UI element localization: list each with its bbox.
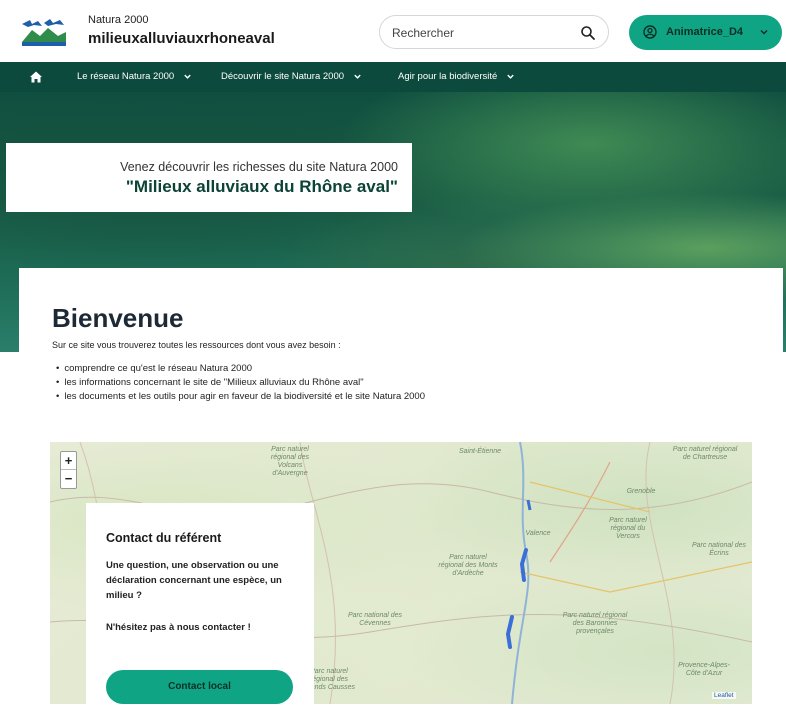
nav-item-decouvrir[interactable]: Découvrir le site Natura 2000 bbox=[221, 71, 362, 82]
hero-subtitle: Venez découvrir les richesses du site Na… bbox=[120, 160, 398, 174]
chevron-down-icon bbox=[353, 74, 361, 79]
map-label: Parc naturel régional des Monts d'Ardèch… bbox=[438, 554, 498, 577]
map-zoom-control: + − bbox=[60, 451, 77, 489]
nav-item-label: Agir pour la biodiversité bbox=[398, 71, 498, 82]
welcome-title: Bienvenue bbox=[52, 303, 184, 333]
contact-card: Contact du référent Une question, une ob… bbox=[86, 503, 314, 720]
map-label: Valence bbox=[525, 530, 551, 537]
hero-title: "Milieux alluviaux du Rhône aval" bbox=[125, 177, 398, 196]
hero-title-card: Venez découvrir les richesses du site Na… bbox=[6, 143, 412, 212]
resources-list: comprendre ce qu'est le réseau Natura 20… bbox=[56, 362, 425, 404]
map-label: Parc naturel régional du Vercors bbox=[609, 517, 647, 540]
list-item: les documents et les outils pour agir en… bbox=[56, 390, 425, 404]
contact-local-button[interactable]: Contact local bbox=[106, 670, 293, 704]
nav-item-reseau[interactable]: Le réseau Natura 2000 bbox=[77, 71, 192, 82]
nav-item-agir[interactable]: Agir pour la biodiversité bbox=[398, 71, 515, 82]
nav-item-label: Le réseau Natura 2000 bbox=[77, 71, 175, 82]
map-label: Parc naturel régional des Volcans d'Auve… bbox=[270, 446, 310, 477]
brand-network-name: Natura 2000 bbox=[88, 14, 149, 26]
map-label: Grenoble bbox=[626, 488, 656, 495]
main-navigation: Le réseau Natura 2000 Découvrir le site … bbox=[0, 62, 786, 92]
zoom-in-button[interactable]: + bbox=[61, 452, 76, 470]
natura2000-logo-icon[interactable] bbox=[20, 14, 68, 48]
chevron-down-icon bbox=[507, 74, 514, 79]
search-icon[interactable] bbox=[580, 25, 596, 41]
welcome-intro: Sur ce site vous trouverez toutes les re… bbox=[52, 340, 341, 350]
home-icon[interactable] bbox=[28, 69, 44, 85]
chevron-down-icon bbox=[184, 74, 191, 79]
map-label: Parc naturel régional des Baronnies prov… bbox=[562, 612, 628, 635]
user-name: Animatrice_D4 bbox=[666, 26, 744, 38]
list-item: comprendre ce qu'est le réseau Natura 20… bbox=[56, 362, 425, 376]
zoom-out-button[interactable]: − bbox=[61, 470, 76, 488]
map-attribution-link[interactable]: Leaflet bbox=[712, 692, 736, 699]
chevron-down-icon bbox=[760, 29, 768, 35]
search-box bbox=[379, 15, 609, 49]
contact-text: Une question, une observation ou une déc… bbox=[106, 560, 282, 601]
contact-cta: N'hésitez pas à nous contacter ! bbox=[106, 622, 251, 633]
map-label: Provence-Alpes-Côte d'Azur bbox=[678, 662, 730, 677]
map-label: Parc naturel régional de Chartreuse bbox=[672, 446, 738, 461]
map-label: Saint-Étienne bbox=[458, 448, 502, 455]
map-label: Parc national des Écrins bbox=[691, 542, 747, 557]
user-menu-button[interactable]: Animatrice_D4 bbox=[629, 15, 782, 50]
search-input[interactable] bbox=[392, 24, 572, 42]
site-header: Natura 2000 milieuxalluviauxrhoneaval An… bbox=[0, 0, 786, 62]
map-label: Parc national des Cévennes bbox=[347, 612, 403, 627]
contact-title: Contact du référent bbox=[106, 531, 222, 545]
user-circle-icon bbox=[643, 25, 657, 39]
nav-item-label: Découvrir le site Natura 2000 bbox=[221, 71, 345, 82]
list-item: les informations concernant le site de "… bbox=[56, 376, 425, 390]
brand-site-name[interactable]: milieuxalluviauxrhoneaval bbox=[88, 30, 275, 47]
